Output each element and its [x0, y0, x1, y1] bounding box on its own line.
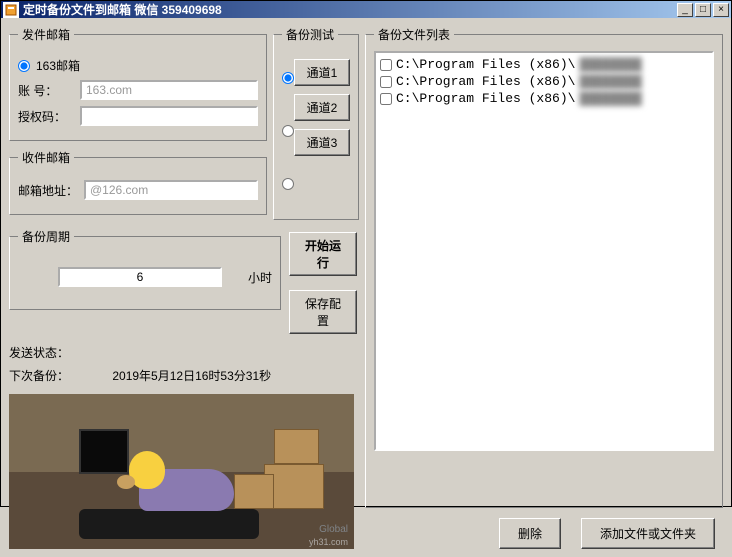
file-checkbox[interactable]	[380, 93, 392, 105]
start-button[interactable]: 开始运行	[289, 232, 357, 276]
file-item[interactable]: C:\Program Files (x86)\████████	[380, 74, 708, 89]
sender-group: 发件邮箱 163邮箱 账 号： 授权码：	[9, 26, 267, 141]
receiver-addr-input[interactable]	[84, 180, 258, 200]
window-title: 定时备份文件到邮箱 微信 359409698	[23, 1, 675, 18]
cycle-group: 备份周期 小时	[9, 228, 281, 310]
channel2-radio[interactable]	[282, 125, 294, 137]
file-path: C:\Program Files (x86)\	[396, 91, 575, 106]
test-group: 备份测试 通道1 通道2 通道3	[273, 26, 359, 220]
file-item[interactable]: C:\Program Files (x86)\████████	[380, 57, 708, 72]
cycle-input[interactable]	[58, 267, 222, 287]
minimize-button[interactable]: _	[677, 3, 693, 17]
delete-button[interactable]: 删除	[499, 518, 561, 549]
filelist-box[interactable]: C:\Program Files (x86)\████████C:\Progra…	[374, 51, 714, 451]
auth-input[interactable]	[80, 106, 258, 126]
file-checkbox[interactable]	[380, 59, 392, 71]
channel3-button[interactable]: 通道3	[294, 129, 350, 156]
receiver-group: 收件邮箱 邮箱地址：	[9, 149, 267, 215]
cycle-legend: 备份周期	[18, 228, 74, 245]
close-button[interactable]: ×	[713, 3, 729, 17]
next-backup-label: 下次备份：	[9, 369, 69, 383]
sender-legend: 发件邮箱	[18, 26, 74, 43]
receiver-addr-label: 邮箱地址：	[18, 182, 78, 199]
provider-163-radio[interactable]	[18, 60, 30, 72]
send-status-label: 发送状态：	[9, 346, 69, 360]
channel2-button[interactable]: 通道2	[294, 94, 350, 121]
file-path: C:\Program Files (x86)\	[396, 57, 575, 72]
channel1-button[interactable]: 通道1	[294, 59, 350, 86]
image-brand: Global	[319, 524, 348, 535]
next-backup-value: 2019年5月12日16时53分31秒	[112, 369, 271, 383]
file-checkbox[interactable]	[380, 76, 392, 88]
file-item[interactable]: C:\Program Files (x86)\████████	[380, 91, 708, 106]
maximize-button[interactable]: □	[695, 3, 711, 17]
account-input[interactable]	[80, 80, 258, 100]
save-config-button[interactable]: 保存配置	[289, 290, 357, 334]
channel3-radio[interactable]	[282, 178, 294, 190]
provider-163-label: 163邮箱	[36, 57, 80, 74]
account-label: 账 号：	[18, 82, 74, 99]
image-watermark: yh31.com	[309, 537, 348, 547]
auth-label: 授权码：	[18, 108, 74, 125]
test-legend: 备份测试	[282, 26, 338, 43]
app-icon	[3, 2, 19, 18]
channel1-radio[interactable]	[282, 72, 294, 84]
filelist-group: 备份文件列表 C:\Program Files (x86)\████████C:…	[365, 26, 723, 508]
receiver-legend: 收件邮箱	[18, 149, 74, 166]
filelist-legend: 备份文件列表	[374, 26, 454, 43]
preview-image: Global yh31.com	[9, 394, 354, 549]
file-path: C:\Program Files (x86)\	[396, 74, 575, 89]
add-file-button[interactable]: 添加文件或文件夹	[581, 518, 715, 549]
cycle-unit: 小时	[248, 269, 272, 286]
